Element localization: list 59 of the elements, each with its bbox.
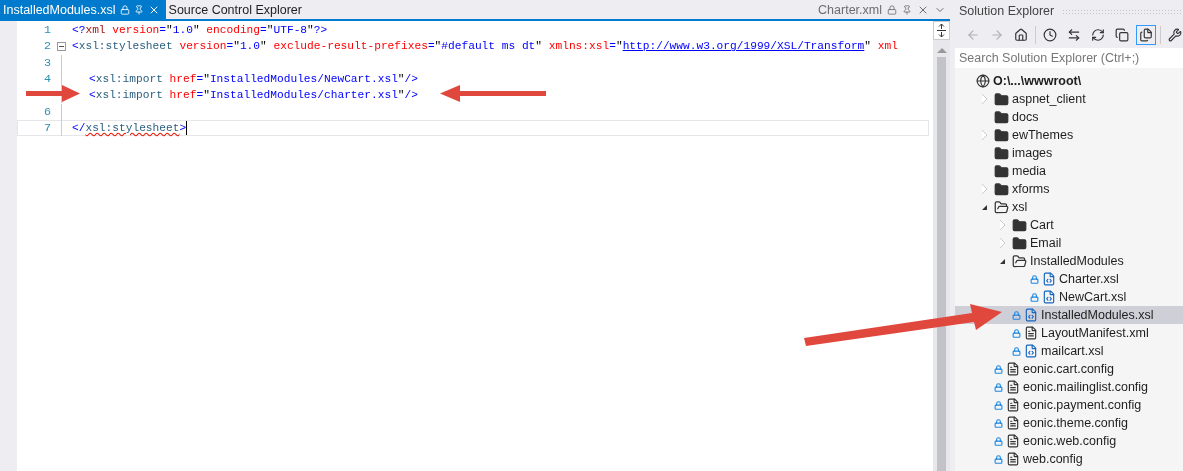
- tree-item[interactable]: O:\...\wwwroot\: [955, 72, 1183, 90]
- code-line: <xsl:stylesheet version="1.0" exclude-result-prefixes="#default ms dt" xmlns:xsl="http://www.w3.org/1999/XSL/Transform" xml: [72, 40, 898, 53]
- preview-tab-title[interactable]: Charter.xml: [818, 2, 882, 17]
- search-field[interactable]: Search Solution Explorer (Ctrl+;): [955, 48, 1183, 68]
- tree-item-label: Cart: [1030, 218, 1054, 232]
- tree-item-label: eonic.mailinglist.config: [1023, 380, 1149, 394]
- tree-item-label: ewThemes: [1012, 128, 1074, 142]
- tree-item-label: Email: [1030, 236, 1062, 250]
- tree-item[interactable]: Charter.xsl: [955, 270, 1183, 288]
- tree-item[interactable]: xforms: [955, 180, 1183, 198]
- tree-item-label: O:\...\wwwroot\: [993, 74, 1082, 88]
- tree-item[interactable]: media: [955, 162, 1183, 180]
- line-number: 7: [44, 120, 51, 135]
- tree-item-label: InstalledModules: [1030, 254, 1124, 268]
- tree-item[interactable]: docs: [955, 108, 1183, 126]
- tree-item-label: Charter.xsl: [1059, 272, 1119, 286]
- tree-item-label: mailcart.xsl: [1041, 344, 1104, 358]
- tree-item[interactable]: eonic.payment.config: [955, 396, 1183, 414]
- tree-item-label: aspnet_client: [1012, 92, 1086, 106]
- tree-item[interactable]: images: [955, 144, 1183, 162]
- tree-item-label: eonic.payment.config: [1023, 398, 1142, 412]
- line-number: 6: [44, 104, 51, 119]
- tree-item[interactable]: NewCart.xsl: [955, 288, 1183, 306]
- tree-item[interactable]: Cart: [955, 216, 1183, 234]
- code-line: </xsl:stylesheet>: [72, 120, 188, 135]
- tree-item-label: LayoutManifest.xml: [1041, 326, 1149, 340]
- tree-item-label: docs: [1012, 110, 1039, 124]
- tree-item-label: xsl: [1012, 200, 1028, 214]
- document-tab[interactable]: InstalledModules.xsl: [0, 0, 166, 19]
- panel-title: Solution Explorer: [959, 4, 1055, 18]
- tree-item-label: eonic.theme.config: [1023, 416, 1128, 430]
- line-number: 4: [44, 72, 51, 87]
- tree-item-label: eonic.web.config: [1023, 434, 1117, 448]
- tree-item-label: eonic.cart.config: [1023, 362, 1115, 376]
- tree-item-label: xforms: [1012, 182, 1050, 196]
- line-number: 3: [44, 55, 51, 70]
- tree-item[interactable]: eonic.web.config: [955, 432, 1183, 450]
- tree-item[interactable]: LayoutManifest.xml: [955, 324, 1183, 342]
- tree-item[interactable]: web.config: [955, 450, 1183, 468]
- tree-item[interactable]: Email: [955, 234, 1183, 252]
- tree-item[interactable]: eonic.cart.config: [955, 360, 1183, 378]
- code-line: <xsl:import href="InstalledModules/NewCart.xsl"/>: [88, 73, 418, 86]
- tree-item[interactable]: xsl: [955, 198, 1183, 216]
- tree-item-label: images: [1012, 146, 1053, 160]
- line-number: 2: [44, 39, 51, 54]
- tree-item[interactable]: InstalledModules: [955, 252, 1183, 270]
- tree-item-label: media: [1012, 164, 1047, 178]
- line-number: 1: [44, 23, 51, 38]
- tree-item[interactable]: aspnet_client: [955, 90, 1183, 108]
- tree-item[interactable]: mailcart.xsl: [955, 342, 1183, 360]
- tree-item-label: InstalledModules.xsl: [1041, 308, 1154, 322]
- tree-item-label: web.config: [1023, 452, 1083, 466]
- document-tab[interactable]: Source Control Explorer: [165, 0, 308, 19]
- code-line: <?xml version="1.0" encoding="UTF-8"?>: [72, 24, 328, 37]
- tree-item-label: NewCart.xsl: [1059, 290, 1127, 304]
- tree-item[interactable]: eonic.theme.config: [955, 414, 1183, 432]
- code-line: <xsl:import href="InstalledModules/charter.xsl"/>: [88, 89, 418, 102]
- tree-item[interactable]: ewThemes: [955, 126, 1183, 144]
- tree-item[interactable]: eonic.mailinglist.config: [955, 378, 1183, 396]
